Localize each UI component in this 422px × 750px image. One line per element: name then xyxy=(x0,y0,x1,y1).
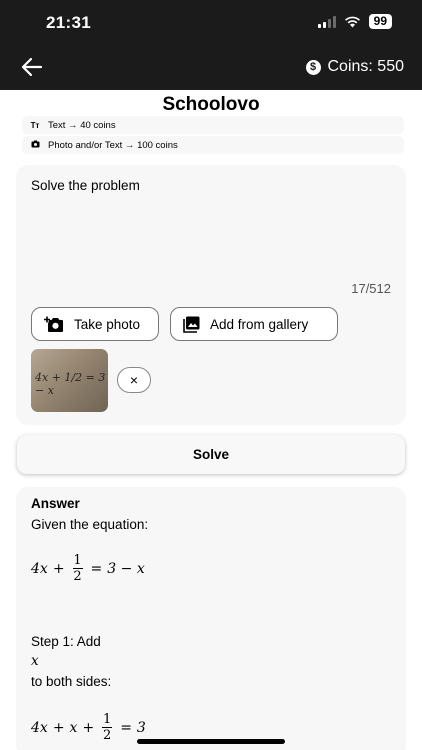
step1-text: Step 1: Add xyxy=(31,634,101,649)
eq1-equals: = xyxy=(90,560,103,577)
eq1-lhs: 4x xyxy=(31,560,48,577)
thumbnail-equation: 4x + 1/2 = 3 − x xyxy=(35,371,106,397)
eq2-plus1: + xyxy=(52,719,65,736)
eq1-fraction: 1 2 xyxy=(72,553,83,584)
pricing-text-row: Tт Text → 40 coins xyxy=(22,116,404,134)
answer-heading: Answer xyxy=(31,496,80,511)
battery-indicator: 99 xyxy=(368,14,392,29)
problem-input-card: Solve the problem 17/512 Take photo Add … xyxy=(16,165,406,425)
eq2-fraction: 1 2 xyxy=(102,712,113,743)
step1-text-cont: to both sides: xyxy=(31,674,112,689)
equation-given: 4x + 1 2 = 3 − x xyxy=(31,553,145,584)
home-indicator[interactable] xyxy=(137,739,285,744)
eq2-plus2: + xyxy=(82,719,95,736)
text-icon: Tт xyxy=(30,120,40,130)
eq2-rhs: 3 xyxy=(136,719,146,736)
eq1-rhs: 3 − x xyxy=(107,560,145,577)
pricing-photo-label: Photo and/or Text → 100 coins xyxy=(48,139,178,151)
eq1-numerator: 1 xyxy=(73,553,82,568)
solve-button[interactable]: Solve xyxy=(17,435,405,474)
eq1-denominator: 2 xyxy=(73,569,82,584)
equation-step1: 4x + x + 1 2 = 3 xyxy=(31,712,146,743)
char-counter: 17/512 xyxy=(351,281,391,296)
eq2-x: x xyxy=(69,719,78,736)
close-icon: × xyxy=(129,372,139,388)
answer-intro: Given the equation: xyxy=(31,517,149,532)
eq2-denominator: 2 xyxy=(103,728,112,743)
eq2-lhs: 4x xyxy=(31,719,48,736)
coins-label: Coins: 550 xyxy=(327,58,405,75)
eq2-numerator: 1 xyxy=(103,712,112,727)
eq2-equals: = xyxy=(120,719,132,736)
back-arrow-icon[interactable] xyxy=(20,56,44,78)
top-bar: 21:31 99 $ Coins: 550 xyxy=(0,0,422,90)
gallery-icon xyxy=(183,316,200,333)
pricing-photo-row: Photo and/or Text → 100 coins xyxy=(22,136,404,154)
step1-variable: x xyxy=(31,653,39,669)
eq1-plus: + xyxy=(52,560,65,577)
answer-card: Answer Given the equation: 4x + 1 2 = 3 … xyxy=(16,487,406,750)
add-from-gallery-button[interactable]: Add from gallery xyxy=(170,307,338,341)
photo-thumbnail[interactable]: 4x + 1/2 = 3 − x xyxy=(31,349,108,412)
camera-icon xyxy=(22,140,48,150)
app-title: Schoolovo xyxy=(162,94,260,115)
coins-balance: $ Coins: 550 xyxy=(305,58,405,76)
coin-icon: $ xyxy=(305,59,321,75)
status-time: 21:31 xyxy=(46,13,91,32)
remove-photo-button[interactable]: × xyxy=(117,367,151,393)
gallery-label: Add from gallery xyxy=(210,316,309,332)
signal-icon xyxy=(317,15,336,28)
solve-label: Solve xyxy=(192,447,230,462)
problem-text-input[interactable]: Solve the problem xyxy=(31,178,140,193)
take-photo-button[interactable]: Take photo xyxy=(31,307,159,341)
camera-add-icon xyxy=(44,316,63,332)
status-icons: 99 xyxy=(317,14,392,29)
wifi-icon xyxy=(344,16,360,27)
take-photo-label: Take photo xyxy=(74,316,141,332)
pricing-text-label: Text → 40 coins xyxy=(48,119,116,131)
